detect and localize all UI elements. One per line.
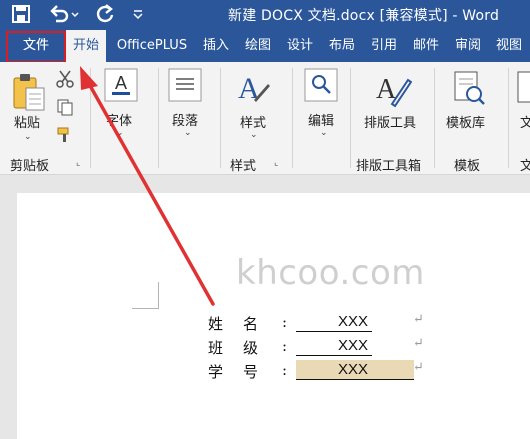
edit-icon[interactable] — [304, 68, 338, 106]
partial-ribbon-icon[interactable] — [516, 70, 530, 112]
styles-icon[interactable]: A — [234, 70, 270, 110]
title-bar: 新建 DOCX 文档.docx [兼容模式] - Word — [0, 0, 530, 30]
svg-text:A: A — [115, 73, 127, 93]
styles-launcher-icon[interactable]: ⌞ — [274, 158, 278, 168]
undo-icon[interactable] — [48, 3, 70, 25]
tab-design[interactable]: 设计 — [283, 30, 317, 62]
edit-dropdown-icon[interactable]: ⌄ — [320, 128, 328, 138]
paste-dropdown-icon[interactable]: ⌄ — [24, 132, 32, 142]
form-label: 姓名 — [208, 315, 279, 333]
tab-review[interactable]: 审阅 — [451, 30, 485, 62]
tab-layout[interactable]: 布局 — [325, 30, 359, 62]
tab-view[interactable]: 视图 — [492, 30, 526, 62]
tab-file-label[interactable]: 文件 — [8, 31, 64, 61]
watermark-text: khcoo.com — [236, 253, 425, 293]
undo-dropdown-icon[interactable] — [70, 3, 80, 25]
layout-tool-icon[interactable]: A — [374, 70, 413, 112]
form-value-field-selected[interactable]: XXX — [296, 360, 414, 380]
partial-group-label: 文 — [520, 159, 530, 174]
tab-draw[interactable]: 绘图 — [241, 30, 275, 62]
window-title: 新建 DOCX 文档.docx [兼容模式] - Word — [228, 8, 500, 24]
template-library-icon[interactable] — [452, 70, 486, 112]
form-row-name: 姓名 : XXX ↵ — [208, 312, 438, 334]
save-icon[interactable] — [10, 3, 32, 25]
font-dropdown-icon[interactable]: ⌄ — [116, 128, 124, 138]
font-icon[interactable]: A — [104, 68, 138, 106]
redo-icon[interactable] — [94, 3, 116, 25]
form-row-student-id: 学号 : XXX ↵ — [208, 360, 438, 382]
partial-ribbon-button[interactable]: 文 — [520, 112, 530, 131]
tab-insert[interactable]: 插入 — [199, 30, 233, 62]
paragraph-mark: ↵ — [413, 336, 424, 351]
form-row-class: 班级 : XXX ↵ — [208, 336, 438, 358]
paragraph-button[interactable]: 段落 — [172, 110, 198, 129]
tab-home[interactable]: 开始 — [66, 30, 106, 62]
ribbon-home: 粘贴 ⌄ 剪贴板 ⌞ A 字体 ⌄ 段落 ⌄ A 样式 ⌄ 样式 ⌞ 编辑 ⌄ … — [0, 62, 530, 175]
template-group-label: 模板 — [454, 159, 481, 174]
margin-corner-mark — [132, 282, 159, 309]
clipboard-group-label: 剪贴板 — [10, 159, 50, 174]
form-colon: : — [282, 337, 288, 355]
edit-button[interactable]: 编辑 — [308, 110, 334, 129]
layout-group-label: 排版工具箱 — [356, 159, 422, 174]
paragraph-icon[interactable] — [168, 68, 202, 106]
form-label: 学号 — [208, 363, 279, 381]
tab-mailings[interactable]: 邮件 — [409, 30, 443, 62]
copy-icon[interactable] — [56, 98, 74, 120]
paste-icon[interactable] — [12, 72, 48, 116]
styles-dropdown-icon[interactable]: ⌄ — [250, 130, 258, 140]
styles-group-label: 样式 — [230, 159, 257, 174]
tab-references[interactable]: 引用 — [367, 30, 401, 62]
layout-tool-button[interactable]: 排版工具 — [364, 112, 416, 131]
tab-officeplus[interactable]: OfficePLUS — [108, 30, 196, 62]
paragraph-mark: ↵ — [413, 360, 424, 375]
clipboard-launcher-icon[interactable]: ⌞ — [76, 158, 80, 168]
form-colon: : — [282, 313, 288, 331]
form-value-field[interactable]: XXX — [296, 312, 372, 332]
font-button[interactable]: 字体 — [106, 110, 132, 129]
paragraph-mark: ↵ — [413, 312, 424, 327]
form-colon: : — [282, 361, 288, 379]
form-value-field[interactable]: XXX — [296, 336, 372, 356]
template-library-button[interactable]: 模板库 — [446, 112, 485, 131]
styles-button[interactable]: 样式 — [240, 112, 266, 131]
form-label: 班级 — [208, 339, 279, 357]
paragraph-dropdown-icon[interactable]: ⌄ — [184, 128, 192, 138]
customize-toolbar-icon[interactable] — [132, 3, 144, 25]
ribbon-tab-bar: 文件 开始 OfficePLUS 插入 绘图 设计 布局 引用 邮件 审阅 视图 — [0, 30, 530, 62]
format-painter-icon[interactable] — [56, 126, 74, 148]
document-area — [0, 175, 530, 439]
paste-button[interactable]: 粘贴 — [14, 112, 40, 131]
cut-icon[interactable] — [56, 70, 74, 92]
